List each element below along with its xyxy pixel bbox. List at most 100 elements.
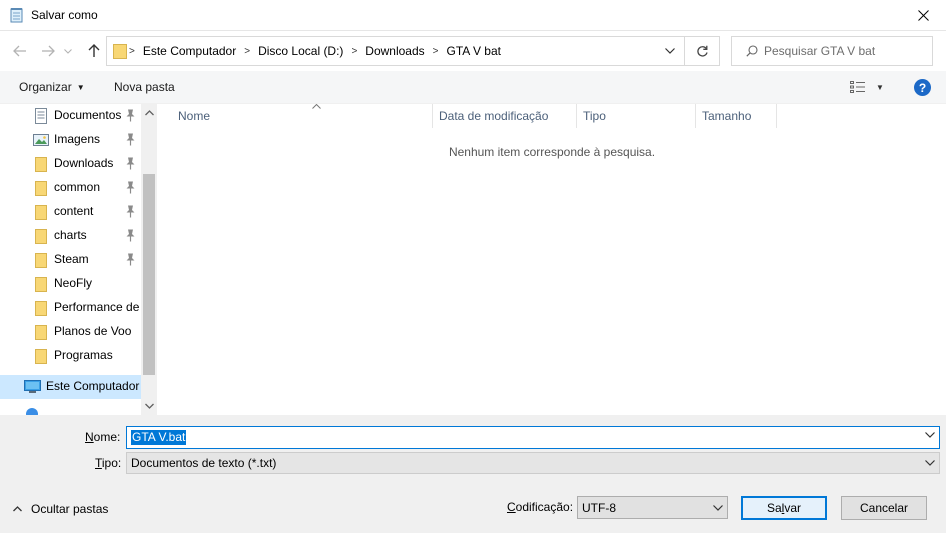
file-list[interactable]: Nome Data de modificação Tipo Tamanho Ne…	[157, 101, 946, 415]
save-button[interactable]: Sa l var	[741, 496, 827, 520]
window-title: Salvar como	[31, 8, 98, 22]
nav-item-label: Performance de	[54, 300, 140, 314]
nav-item-label: Este Computador	[46, 379, 140, 393]
organize-label: Organizar	[19, 80, 72, 94]
command-bar: Organizar ▼ Nova pasta ▼ ?	[0, 71, 946, 104]
nav-item-steam[interactable]: Steam	[0, 248, 141, 272]
nav-item-programas[interactable]: Programas	[0, 344, 141, 368]
nav-item-downloads[interactable]: Downloads	[0, 152, 141, 176]
encoding-label: Codificação:	[507, 500, 574, 514]
column-header-tamanho[interactable]: Tamanho	[696, 104, 777, 128]
hide-folders-label: Ocultar pastas	[31, 502, 109, 516]
up-button[interactable]	[83, 41, 105, 61]
recent-locations-button[interactable]	[61, 41, 75, 61]
chevron-down-icon	[713, 505, 723, 511]
documents-icon	[33, 108, 49, 124]
pin-icon	[125, 181, 137, 195]
cancel-button[interactable]: Cancelar	[841, 496, 927, 520]
pin-icon	[125, 109, 137, 123]
view-options-icon	[850, 81, 865, 93]
caret-down-icon: ▼	[76, 83, 85, 92]
nav-item-common[interactable]: common	[0, 176, 141, 200]
filename-input[interactable]: GTA V.bat	[126, 426, 940, 449]
column-header-label: Tipo	[583, 109, 606, 123]
organize-button[interactable]: Organizar ▼	[19, 80, 85, 94]
save-options-panel: Nome: GTA V.bat Tipo: Documentos de text…	[0, 415, 946, 533]
sort-ascending-icon	[312, 101, 321, 111]
chevron-down-icon	[64, 48, 72, 54]
nav-item-label: Planos de Voo	[54, 324, 132, 338]
refresh-button[interactable]	[685, 36, 720, 66]
network-icon	[26, 408, 40, 415]
folder-icon	[33, 156, 49, 172]
filetype-select[interactable]: Documentos de texto (*.txt)	[126, 452, 940, 474]
new-folder-button[interactable]: Nova pasta	[114, 80, 175, 94]
search-box[interactable]	[731, 36, 933, 66]
chevron-down-icon	[925, 460, 935, 466]
chevron-up-icon	[13, 506, 22, 512]
nav-item-charts[interactable]: charts	[0, 224, 141, 248]
search-icon	[746, 45, 758, 57]
scroll-down-button[interactable]	[141, 398, 157, 414]
address-history-dropdown[interactable]	[655, 36, 685, 66]
encoding-select[interactable]: UTF-8	[577, 496, 728, 519]
folder-icon	[33, 204, 49, 220]
nav-item-imagens[interactable]: Imagens	[0, 128, 141, 152]
column-header-tipo[interactable]: Tipo	[577, 104, 696, 128]
forward-arrow-icon	[42, 45, 55, 57]
close-button[interactable]	[900, 0, 946, 31]
pin-icon	[125, 157, 137, 171]
pictures-icon	[33, 132, 49, 148]
chevron-down-icon[interactable]	[925, 432, 935, 438]
address-bar[interactable]: > Este Computador > Disco Local (D:) > D…	[106, 36, 685, 66]
folder-icon	[33, 180, 49, 196]
breadcrumb-este-computador[interactable]: Este Computador	[135, 44, 244, 58]
nav-item-content[interactable]: content	[0, 200, 141, 224]
folder-icon	[33, 324, 49, 340]
nav-item-documentos[interactable]: Documentos	[0, 104, 141, 128]
chevron-down-icon	[144, 403, 154, 409]
nav-item-neofly[interactable]: NeoFly	[0, 272, 141, 296]
filename-value: GTA V.bat	[131, 430, 187, 445]
column-header-label: Data de modificação	[439, 109, 549, 123]
pin-icon	[125, 253, 137, 267]
folder-icon	[33, 228, 49, 244]
forward-button[interactable]	[37, 41, 59, 61]
column-header-nome[interactable]: Nome	[172, 101, 433, 128]
chevron-up-icon	[144, 110, 154, 116]
pin-icon	[125, 229, 137, 243]
folder-icon	[33, 252, 49, 268]
breadcrumb-downloads[interactable]: Downloads	[357, 44, 432, 58]
back-arrow-icon	[13, 45, 26, 57]
nav-item-este-computador[interactable]: Este Computador	[0, 375, 141, 399]
folder-icon	[113, 44, 127, 59]
address-row: > Este Computador > Disco Local (D:) > D…	[0, 31, 946, 71]
nav-item-performance-de[interactable]: Performance de	[0, 296, 141, 320]
notepad-icon	[10, 8, 23, 23]
folder-icon	[33, 276, 49, 292]
back-button[interactable]	[9, 41, 31, 61]
column-header-data-modificacao[interactable]: Data de modificação	[433, 104, 577, 128]
help-button[interactable]: ?	[914, 79, 931, 96]
up-arrow-icon	[88, 44, 100, 57]
hide-folders-button[interactable]: Ocultar pastas	[13, 502, 108, 516]
search-input[interactable]	[764, 44, 924, 58]
pin-icon	[125, 205, 137, 219]
nav-item-planos-de-voo[interactable]: Planos de Voo	[0, 320, 141, 344]
title-bar: Salvar como	[0, 0, 946, 31]
folder-icon	[33, 348, 49, 364]
filename-label: Nome:	[85, 430, 121, 444]
refresh-icon	[696, 45, 708, 57]
nav-item-label: Programas	[54, 348, 113, 362]
breadcrumb-disco-local[interactable]: Disco Local (D:)	[250, 44, 351, 58]
caret-down-icon: ▼	[876, 82, 884, 92]
scroll-up-button[interactable]	[141, 105, 157, 121]
view-options-button[interactable]: ▼	[850, 80, 884, 94]
pin-icon	[125, 133, 137, 147]
new-folder-label: Nova pasta	[114, 80, 175, 94]
filetype-value: Documentos de texto (*.txt)	[131, 456, 277, 470]
empty-list-message: Nenhum item corresponde à pesquisa.	[448, 145, 656, 159]
nav-item-label: NeoFly	[54, 276, 93, 290]
breadcrumb-gta-v-bat[interactable]: GTA V bat	[439, 44, 509, 58]
nav-scrollbar-thumb[interactable]	[143, 174, 155, 375]
